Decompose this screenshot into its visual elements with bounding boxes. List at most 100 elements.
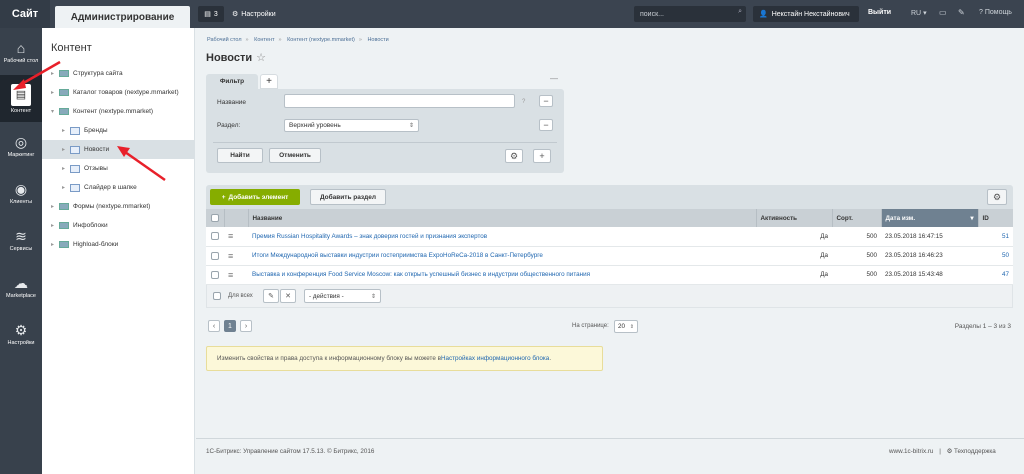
bitrix-site-link[interactable]: www.1c-bitrix.ru [889, 448, 933, 455]
add-filter-button[interactable]: + [260, 74, 278, 89]
column-date[interactable]: Дата изм. ▾ [881, 209, 979, 227]
iblock-icon [70, 145, 80, 154]
page-title: Новости ☆ [206, 52, 266, 64]
add-field-button[interactable]: + [533, 149, 551, 163]
tree-item[interactable]: ▸ Highload-блоки [42, 235, 194, 254]
tree-item[interactable]: ▸ Бренды [42, 121, 194, 140]
logout-link[interactable]: Выйти [868, 9, 891, 16]
find-button[interactable]: Найти [217, 148, 263, 163]
row-checkbox [211, 232, 219, 241]
notifications-icon: ▤ [204, 11, 211, 18]
for-all-checkbox[interactable] [213, 292, 221, 300]
section-select[interactable]: Верхний уровень ⇕ [284, 119, 419, 132]
nav-services[interactable]: ≋ Сервисы [0, 216, 42, 263]
support-link[interactable]: Техподдержка [954, 448, 996, 455]
left-nav: ⌂ Рабочий стол ▤ Контент ◎ Маркетинг ◉ Клиен… [0, 28, 42, 474]
tree-item-news[interactable]: ▸ Новости [42, 140, 194, 159]
info-box: Изменить свойства и права доступа к инфо… [206, 346, 603, 371]
notifications-button[interactable]: ▤ 3 [198, 6, 224, 22]
gear-icon: ⚙ [232, 11, 239, 18]
column-name[interactable]: Название [248, 209, 757, 227]
top-bar: Сайт Администрирование ▤ 3 ⚙ Настройки пои… [0, 0, 1024, 28]
pin-icon[interactable]: ✎ [958, 8, 965, 17]
breadcrumb-item[interactable]: Рабочий стол [207, 37, 242, 43]
language-select[interactable]: RU ▾ [911, 9, 927, 17]
tree-item[interactable]: ▸ Инфоблоки [42, 216, 194, 235]
page-button[interactable]: 1 [224, 320, 236, 332]
help-mark[interactable]: ? [522, 99, 525, 105]
prev-page-button[interactable]: ‹ [208, 320, 220, 332]
remove-field-button[interactable]: − [539, 119, 553, 131]
nav-settings[interactable]: ⚙ Настройки [0, 310, 42, 357]
nav-marketing[interactable]: ◎ Маркетинг [0, 122, 42, 169]
admin-tab[interactable]: Администрирование [55, 6, 190, 28]
add-section-button[interactable]: Добавить раздел [310, 189, 386, 205]
breadcrumb: Рабочий стол» Контент» Контент (nextype.… [207, 37, 389, 43]
help-link[interactable]: ? Помощь [979, 9, 1012, 16]
nav-clients[interactable]: ◉ Клиенты [0, 169, 42, 216]
chevron-right-icon: ▸ [51, 223, 55, 229]
gear-icon: ⚙ [946, 448, 953, 455]
per-page-label: На странице: [572, 323, 609, 329]
tree-item[interactable]: ▸ Формы (nextype.mmarket) [42, 197, 194, 216]
tree-item[interactable]: ▾ Контент (nextype.mmarket) [42, 102, 194, 121]
chevron-right-icon: ▸ [51, 204, 55, 210]
pager-summary: Разделы 1 – 3 из 3 [954, 323, 1011, 330]
table-header: Название Активность Сорт. Дата изм. ▾ ID [206, 209, 1013, 227]
edit-icon[interactable]: ✎ [263, 289, 279, 303]
home-icon: ⌂ [16, 39, 26, 56]
tree-item[interactable]: ▸ Каталог товаров (nextype.mmarket) [42, 83, 194, 102]
tree-item[interactable]: ▸ Отзывы [42, 159, 194, 178]
name-input[interactable] [284, 94, 515, 108]
id-link[interactable]: 50 [1002, 252, 1009, 259]
gear-icon[interactable]: ⚙ [987, 189, 1007, 205]
row-checkbox [211, 251, 219, 260]
nav-desktop[interactable]: ⌂ Рабочий стол [0, 28, 42, 75]
site-tab[interactable]: Сайт [0, 0, 50, 28]
clients-icon: ◉ [14, 180, 28, 197]
id-link[interactable]: 47 [1002, 271, 1009, 278]
filter-panel: Название ? − Раздел: Верхний уровень ⇕ − … [206, 89, 564, 173]
iblock-settings-link[interactable]: Настройках информационного блока [441, 355, 549, 362]
tree-title: Контент [51, 42, 92, 54]
main-area: Рабочий стол» Контент» Контент (nextype.… [196, 28, 1024, 474]
settings-link[interactable]: ⚙ Настройки [232, 10, 276, 19]
search-input[interactable]: поиск... ⌕ [634, 6, 746, 22]
folder-icon [59, 108, 69, 115]
cancel-button[interactable]: Отменить [269, 148, 321, 163]
actions-select[interactable]: - действия - ⇕ [304, 289, 381, 303]
folder-icon [59, 203, 69, 210]
chevron-right-icon: ▸ [51, 71, 55, 77]
collapse-filter-button[interactable]: — [550, 74, 558, 83]
iblock-icon [70, 126, 80, 135]
per-page-select[interactable]: 20 ⇕ [614, 320, 638, 333]
folder-icon [59, 70, 69, 77]
breadcrumb-item[interactable]: Новости [367, 37, 388, 43]
filter-tab[interactable]: Фильтр [206, 74, 258, 89]
help-icon: ? [979, 9, 983, 16]
breadcrumb-item[interactable]: Контент [254, 37, 274, 43]
column-id[interactable]: ID [978, 209, 1013, 227]
breadcrumb-item[interactable]: Контент (nextype.mmarket) [287, 37, 355, 43]
tree-item[interactable]: ▸ Слайдер в шапке [42, 178, 194, 197]
window-icon[interactable]: ▭ [939, 8, 947, 17]
tree-item[interactable]: ▸ Структура сайта [42, 64, 194, 83]
remove-field-button[interactable]: − [539, 95, 553, 107]
next-page-button[interactable]: › [240, 320, 252, 332]
user-button[interactable]: 👤 Некстайн Некстайнович [753, 6, 859, 22]
table-row: ≡ Выставка и конференция Food Service Mo… [206, 265, 1013, 285]
gear-icon[interactable]: ⚙ [505, 149, 523, 163]
nav-content[interactable]: ▤ Контент [0, 75, 42, 122]
column-active[interactable]: Активность [756, 209, 833, 227]
copyright: 1С-Битрикс: Управление сайтом 17.5.13. ©… [206, 448, 375, 455]
menu-icon: ≡ [228, 231, 234, 242]
search-icon[interactable]: ⌕ [738, 8, 742, 16]
gear-icon: ⚙ [14, 321, 28, 338]
id-link[interactable]: 51 [1002, 233, 1009, 240]
nav-marketplace[interactable]: ☁ Marketplace [0, 263, 42, 310]
close-icon[interactable]: ✕ [280, 289, 296, 303]
add-element-button[interactable]: + Добавить элемент [210, 189, 300, 205]
star-icon[interactable]: ☆ [256, 52, 266, 64]
grid-footer: Для всех ✎ ✕ - действия - ⇕ [206, 285, 1013, 308]
column-sort[interactable]: Сорт. [832, 209, 882, 227]
